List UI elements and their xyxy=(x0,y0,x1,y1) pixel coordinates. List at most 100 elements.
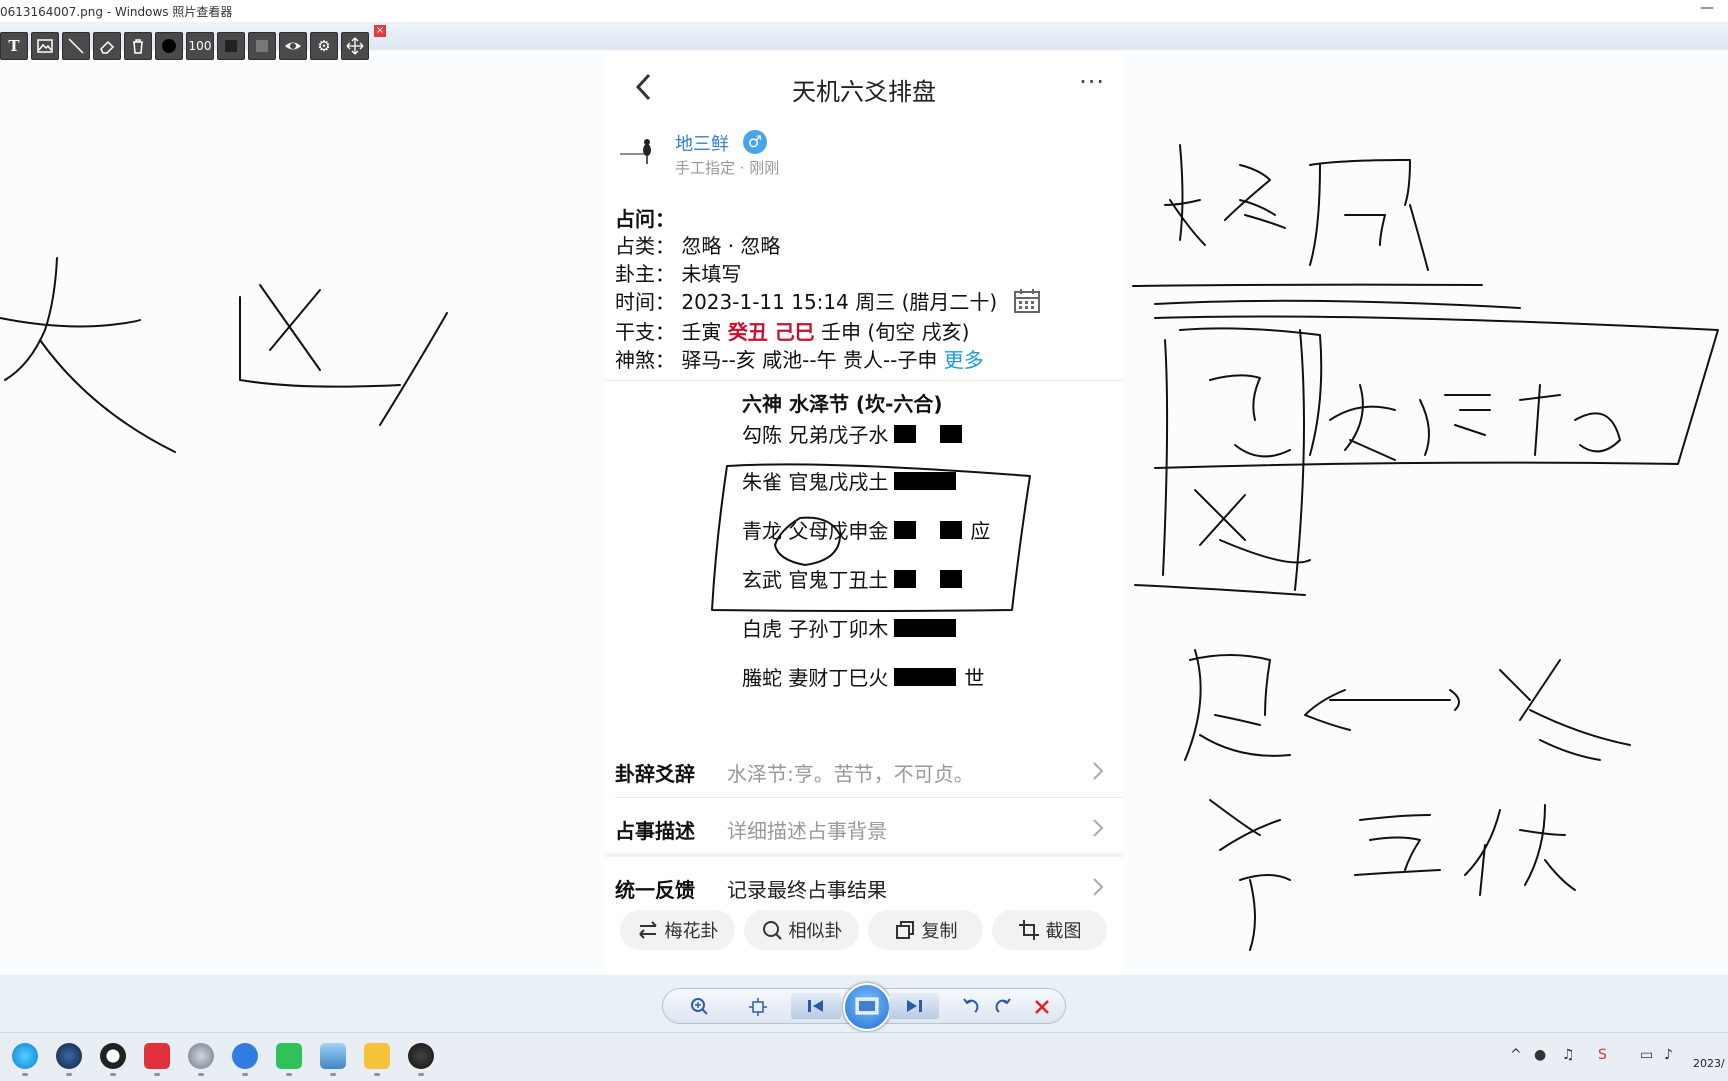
yin-line-left xyxy=(894,569,917,588)
line-label: 玄武 官鬼丁丑土 xyxy=(742,568,889,592)
gray-swatch-icon[interactable] xyxy=(248,32,276,60)
owner-value: 未填写 xyxy=(681,262,742,286)
panda-icon[interactable] xyxy=(100,1043,126,1069)
more-link[interactable]: 更多 xyxy=(944,348,984,372)
running-indicator xyxy=(330,1073,336,1076)
shensha-row: 神煞： 驿马--亥 咸池--午 贵人--子申 更多 xyxy=(615,348,984,372)
network-icon[interactable]: ▭ xyxy=(1640,1047,1653,1063)
screenshot-button[interactable]: 截图 xyxy=(992,910,1107,950)
dark-swatch-icon[interactable] xyxy=(217,32,245,60)
trash-icon[interactable] xyxy=(124,32,152,60)
ganzhi-row: 干支： 壬寅 癸丑 己巳 壬申 (旬空 戌亥) xyxy=(615,320,970,344)
opacity-value[interactable]: 100 xyxy=(186,32,214,60)
yin-line-right xyxy=(940,569,963,588)
chevron-right-icon xyxy=(1093,878,1104,896)
hexagram-line: 朱雀 官鬼戊戌土 xyxy=(742,466,957,495)
category-row: 占类： 忽略 · 忽略 xyxy=(615,234,781,258)
edge-icon[interactable] xyxy=(12,1043,38,1069)
time-value: 2023-1-11 15:14 周三 (腊月二十) xyxy=(681,290,998,314)
yang-line xyxy=(894,471,957,490)
chevron-right-icon xyxy=(1093,819,1104,837)
feedback-row[interactable]: 统一反馈 记录最终占事结果 xyxy=(605,860,1123,916)
similar-hexagram-button[interactable]: 相似卦 xyxy=(744,910,859,950)
photo-viewer-icon[interactable] xyxy=(320,1043,346,1069)
delete-icon[interactable] xyxy=(1031,996,1053,1018)
window-title: 0613164007.png - Windows 照片查看器 xyxy=(0,5,233,19)
rotate-right-icon[interactable] xyxy=(993,996,1015,1018)
category-value: 忽略 · 忽略 xyxy=(681,234,781,258)
zoom-icon[interactable] xyxy=(689,996,711,1018)
line-tool-icon[interactable] xyxy=(62,32,90,60)
running-indicator xyxy=(110,1073,116,1076)
app-icon[interactable] xyxy=(232,1043,258,1069)
window-title-bar: 0613164007.png - Windows 照片查看器 — xyxy=(0,0,1728,23)
question-label: 占问： xyxy=(615,207,675,231)
drawing-toolbar: T 100 ⚙ xyxy=(0,32,369,62)
toolbar-close-icon[interactable]: × xyxy=(374,25,386,37)
yin-line-right xyxy=(940,424,963,443)
yin-line-gap xyxy=(916,521,934,539)
volume-icon[interactable]: ♪ xyxy=(1664,1047,1673,1063)
hexagram-line: 青龙 父母戊申金 应 xyxy=(742,515,990,544)
gear-icon[interactable]: ⚙ xyxy=(310,32,338,60)
yang-line xyxy=(894,618,957,637)
running-indicator xyxy=(22,1073,28,1076)
time-row: 时间： 2023-1-11 15:14 周三 (腊月二十) xyxy=(615,290,998,314)
settings-icon[interactable] xyxy=(188,1043,214,1069)
hexagram-line: 勾陈 兄弟戊子水 xyxy=(742,419,963,448)
previous-button[interactable] xyxy=(791,993,841,1019)
judgment-row[interactable]: 卦辞爻辞 水泽节:亨。苦节，不可贞。 xyxy=(605,744,1123,800)
plum-divination-button[interactable]: 梅花卦 xyxy=(620,910,735,950)
avatar[interactable] xyxy=(620,134,660,174)
owner-row: 卦主： 未填写 xyxy=(615,262,742,286)
yin-line-gap xyxy=(916,570,934,588)
yin-line-left xyxy=(894,520,917,539)
running-indicator xyxy=(418,1073,424,1076)
tray-chevron-icon[interactable]: ^ xyxy=(1510,1047,1522,1063)
ganzhi-highlight: 癸丑 己巳 xyxy=(727,320,815,344)
yang-line xyxy=(894,667,957,686)
slideshow-button[interactable] xyxy=(843,983,891,1031)
netease-music-icon[interactable] xyxy=(144,1043,170,1069)
male-icon: ♂ xyxy=(743,130,767,154)
qq-icon[interactable]: ● xyxy=(1534,1047,1546,1063)
divider xyxy=(605,380,1123,381)
input-method-icon[interactable]: S xyxy=(1598,1047,1607,1063)
swap-icon xyxy=(638,921,657,939)
microphone-icon[interactable]: ♫ xyxy=(1562,1047,1575,1063)
copy-button[interactable]: 复制 xyxy=(868,910,983,950)
user-meta: 手工指定 · 刚刚 xyxy=(675,159,780,177)
yin-line-right xyxy=(940,520,963,539)
chevron-right-icon xyxy=(1093,762,1104,780)
description-row[interactable]: 占事描述 详细描述占事背景 xyxy=(605,801,1123,857)
more-options-icon[interactable]: ··· xyxy=(1079,68,1105,96)
phone-screenshot: 天机六爻排盘 ··· 地三鲜 ♂ 手工指定 · 刚刚 占问： 占类： 忽略 · … xyxy=(605,52,1123,975)
pen-color-icon[interactable] xyxy=(155,32,183,60)
previous-icon xyxy=(808,1000,823,1012)
folder-icon[interactable] xyxy=(364,1043,390,1069)
line-label: 螣蛇 妻财丁巳火 xyxy=(742,666,889,690)
steam-icon[interactable] xyxy=(56,1043,82,1069)
fit-window-icon[interactable] xyxy=(747,996,769,1018)
divider xyxy=(615,797,1123,798)
taskbar: ^ ● ♫ S ▭ ♪ 2023/ xyxy=(0,1032,1728,1081)
line-mark: 世 xyxy=(964,666,985,690)
eraser-icon[interactable] xyxy=(93,32,121,60)
viewer-controls xyxy=(662,983,1066,1031)
user-name[interactable]: 地三鲜 xyxy=(675,130,729,156)
move-icon[interactable] xyxy=(341,32,369,60)
minimize-button[interactable]: — xyxy=(1700,0,1714,16)
text-tool-icon[interactable]: T xyxy=(0,32,28,60)
wechat-icon[interactable] xyxy=(276,1043,302,1069)
calendar-icon[interactable] xyxy=(1013,288,1041,314)
next-button[interactable] xyxy=(889,993,939,1019)
line-mark: 应 xyxy=(970,519,991,543)
clock[interactable]: 2023/ xyxy=(1693,1057,1725,1070)
next-icon xyxy=(907,1000,922,1012)
image-tool-icon[interactable] xyxy=(31,32,59,60)
eye-icon[interactable] xyxy=(279,32,307,60)
rotate-left-icon[interactable] xyxy=(959,996,981,1018)
crop-icon xyxy=(1018,920,1039,940)
obs-icon[interactable] xyxy=(408,1043,434,1069)
search-icon xyxy=(762,921,782,940)
